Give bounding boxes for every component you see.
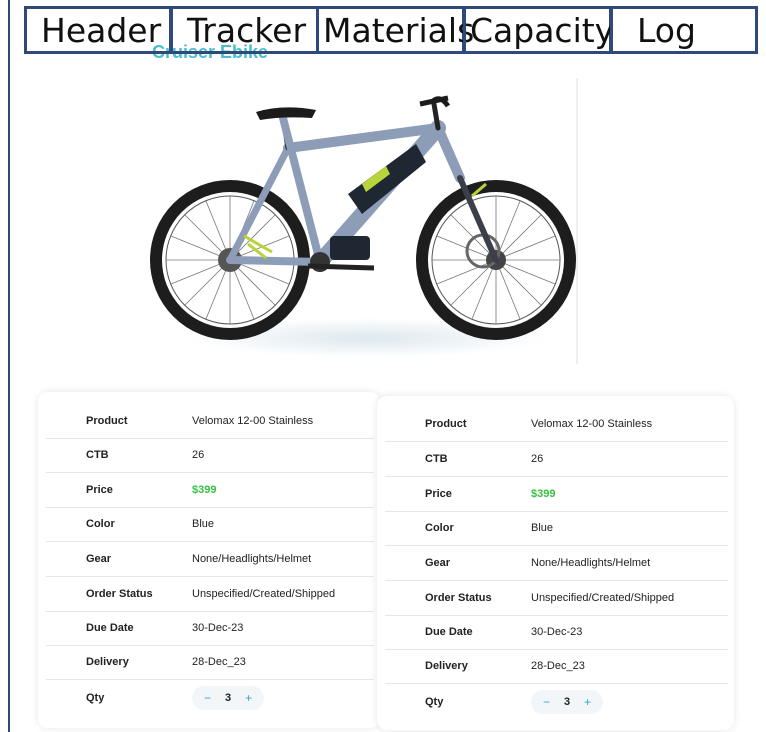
price-value: $399 bbox=[531, 488, 556, 500]
row-value: 28-Dec_23 bbox=[192, 656, 246, 668]
detail-row-order-status: Order Status Unspecified/Created/Shipped bbox=[385, 581, 728, 616]
tab-capacity[interactable]: Capacity bbox=[463, 6, 614, 54]
detail-row-price: Price $399 bbox=[385, 477, 728, 512]
detail-row-qty: Qty − 3 + bbox=[46, 681, 374, 715]
row-label: Delivery bbox=[425, 660, 468, 672]
detail-row-price: Price $399 bbox=[46, 473, 374, 508]
row-value: None/Headlights/Helmet bbox=[531, 557, 651, 569]
row-label: Delivery bbox=[86, 656, 129, 668]
row-value: 28-Dec_23 bbox=[531, 660, 585, 672]
row-value: Unspecified/Created/Shipped bbox=[192, 588, 336, 600]
detail-row-delivery: Delivery 28-Dec_23 bbox=[385, 649, 728, 684]
product-details-card-left: Product Velomax 12-00 Stainless CTB 26 P… bbox=[38, 392, 380, 728]
row-value: Velomax 12-00 Stainless bbox=[531, 418, 653, 430]
row-label: Gear bbox=[425, 557, 451, 569]
detail-row-color: Color Blue bbox=[385, 511, 728, 546]
qty-increment-button[interactable]: + bbox=[584, 695, 591, 709]
row-value: 26 bbox=[531, 453, 544, 465]
row-value: 26 bbox=[192, 449, 205, 461]
tab-log[interactable]: Log bbox=[610, 6, 758, 54]
row-label: Due Date bbox=[86, 622, 134, 634]
row-label: Color bbox=[86, 518, 115, 530]
qty-increment-button[interactable]: + bbox=[245, 691, 252, 705]
detail-row-gear: Gear None/Headlights/Helmet bbox=[385, 546, 728, 581]
qty-value: 3 bbox=[564, 696, 571, 708]
row-value: Unspecified/Created/Shipped bbox=[531, 592, 675, 604]
row-value: Blue bbox=[531, 522, 554, 534]
row-label: Price bbox=[425, 488, 452, 500]
frame-left-border bbox=[8, 0, 10, 732]
detail-row-product: Product Velomax 12-00 Stainless bbox=[385, 407, 728, 442]
row-value: Velomax 12-00 Stainless bbox=[192, 415, 314, 427]
detail-row-gear: Gear None/Headlights/Helmet bbox=[46, 542, 374, 577]
row-value: 30-Dec-23 bbox=[192, 622, 244, 634]
row-label: Color bbox=[425, 522, 454, 534]
detail-row-order-status: Order Status Unspecified/Created/Shipped bbox=[46, 577, 374, 612]
row-label: Qty bbox=[86, 692, 105, 704]
row-label: Qty bbox=[425, 696, 444, 708]
row-label: CTB bbox=[425, 453, 448, 465]
product-details-card-right: Product Velomax 12-00 Stainless CTB 26 P… bbox=[377, 396, 734, 730]
row-value: 30-Dec-23 bbox=[531, 626, 583, 638]
row-label: Product bbox=[86, 415, 128, 427]
row-label: Due Date bbox=[425, 626, 473, 638]
row-label: Order Status bbox=[86, 588, 153, 600]
row-value: Blue bbox=[192, 518, 215, 530]
ebike-illustration bbox=[150, 95, 576, 340]
qty-decrement-button[interactable]: − bbox=[204, 691, 211, 705]
qty-value: 3 bbox=[225, 692, 232, 704]
detail-row-ctb: CTB 26 bbox=[46, 438, 374, 473]
detail-row-color: Color Blue bbox=[46, 507, 374, 542]
row-value: None/Headlights/Helmet bbox=[192, 553, 312, 565]
row-label: Gear bbox=[86, 553, 112, 565]
tab-materials[interactable]: Materials bbox=[316, 6, 474, 54]
quantity-stepper: − 3 + bbox=[531, 690, 604, 714]
top-tab-bar: Header Tracker Materials Capacity Log bbox=[24, 6, 758, 58]
quantity-stepper: − 3 + bbox=[192, 686, 265, 710]
price-value: $399 bbox=[192, 484, 217, 496]
qty-decrement-button[interactable]: − bbox=[543, 695, 550, 709]
row-label: CTB bbox=[86, 449, 109, 461]
row-label: Product bbox=[425, 418, 467, 430]
detail-row-qty: Qty − 3 + bbox=[385, 685, 728, 719]
row-value: − 3 + bbox=[192, 686, 265, 710]
row-value: − 3 + bbox=[531, 690, 604, 714]
row-label: Price bbox=[86, 484, 113, 496]
product-photo bbox=[148, 66, 576, 366]
detail-row-product: Product Velomax 12-00 Stainless bbox=[46, 404, 374, 439]
detail-row-due-date: Due Date 30-Dec-23 bbox=[385, 615, 728, 650]
tab-header[interactable]: Header bbox=[24, 6, 172, 54]
row-label: Order Status bbox=[425, 592, 492, 604]
tab-tracker[interactable]: Tracker bbox=[170, 6, 319, 54]
detail-row-due-date: Due Date 30-Dec-23 bbox=[46, 611, 374, 646]
detail-row-delivery: Delivery 28-Dec_23 bbox=[46, 645, 374, 680]
detail-row-ctb: CTB 26 bbox=[385, 442, 728, 477]
